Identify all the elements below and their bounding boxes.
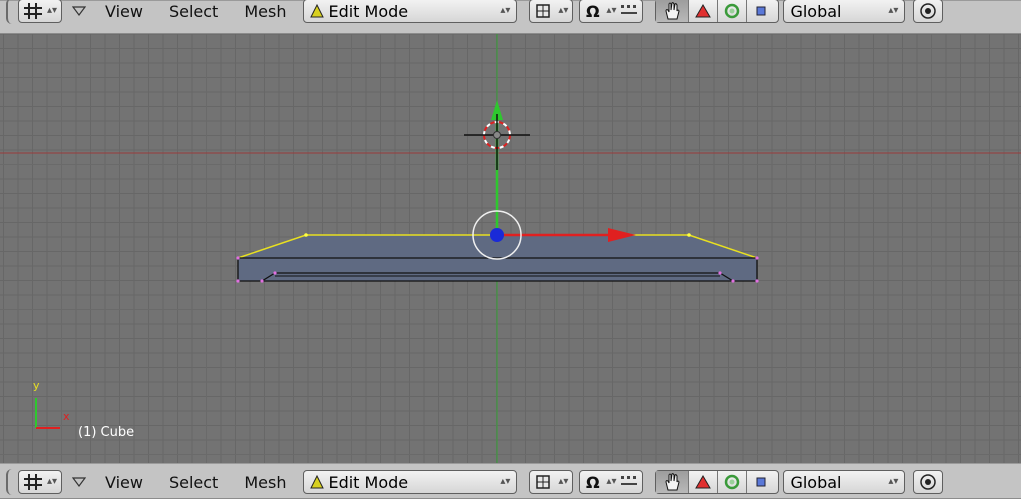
grid-icon [23, 473, 43, 491]
transform-orientation-selector[interactable]: Global ▴▾ [783, 0, 906, 23]
updown-arrows-icon: ▴▾ [606, 5, 617, 16]
mode-selector[interactable]: Edit Mode ▴▾ [303, 0, 518, 23]
pivot-selector[interactable]: Ω ▴▾ [579, 0, 644, 23]
scale-icon[interactable] [746, 471, 775, 493]
updown-arrows-icon: ▴▾ [558, 5, 569, 16]
3d-cursor [464, 114, 530, 170]
transform-orientation-selector[interactable]: Global ▴▾ [783, 470, 906, 494]
manipulator-hand-icon[interactable] [656, 0, 689, 22]
mode-label: Edit Mode [328, 1, 409, 21]
menu-mesh[interactable]: Mesh [231, 473, 299, 492]
scale-icon[interactable] [746, 0, 775, 22]
editor-type-selector[interactable]: ▴▾ [18, 470, 62, 494]
updown-arrows-icon: ▴▾ [46, 5, 57, 16]
snap-icon[interactable] [620, 474, 638, 490]
pivot-icon: Ω [584, 473, 602, 491]
header-edge [6, 469, 14, 495]
header-top: ▴▾ View Select Mesh Edit Mode ▴▾ ▴▾ Ω ▴▾… [0, 0, 1021, 34]
edit-mode-icon [310, 475, 325, 489]
proportional-edit-icon [919, 2, 937, 20]
translate-icon[interactable] [688, 471, 717, 493]
menu-view[interactable]: View [92, 473, 156, 492]
3d-viewport[interactable]: y x (1) Cube [0, 34, 1021, 463]
menu-view[interactable]: View [92, 2, 156, 21]
viewport-canvas [0, 34, 1021, 463]
snap-icon[interactable] [620, 3, 638, 19]
menu-select[interactable]: Select [156, 473, 231, 492]
header-row: ▴▾ View Select Mesh Edit Mode ▴▾ ▴▾ Ω ▴▾… [6, 468, 944, 496]
manipulator-center [490, 228, 504, 242]
draw-type-icon [534, 473, 552, 491]
header-row: ▴▾ View Select Mesh Edit Mode ▴▾ ▴▾ Ω ▴▾… [6, 0, 944, 25]
updown-arrows-icon: ▴▾ [500, 5, 511, 16]
mode-selector[interactable]: Edit Mode ▴▾ [303, 470, 518, 494]
draw-type-selector[interactable]: ▴▾ [529, 470, 574, 494]
updown-arrows-icon: ▴▾ [46, 476, 57, 487]
manipulator-hand-icon[interactable] [656, 471, 689, 493]
updown-arrows-icon: ▴▾ [888, 5, 899, 16]
updown-arrows-icon: ▴▾ [888, 476, 899, 487]
translate-icon[interactable] [688, 0, 717, 22]
edit-mode-icon [310, 4, 325, 18]
updown-arrows-icon: ▴▾ [606, 476, 617, 487]
axis-widget [35, 398, 60, 429]
rotate-icon[interactable] [717, 471, 746, 493]
proportional-edit-button[interactable] [913, 470, 944, 494]
object-name-label: (1) Cube [78, 425, 135, 440]
rotate-icon[interactable] [717, 0, 746, 22]
updown-arrows-icon: ▴▾ [558, 476, 569, 487]
pivot-selector[interactable]: Ω ▴▾ [579, 470, 644, 494]
manipulator-group [655, 470, 780, 494]
editor-type-selector[interactable]: ▴▾ [18, 0, 62, 23]
axis-y-label: y [33, 379, 40, 392]
axis-x-label: x [63, 410, 70, 423]
svg-text:Ω: Ω [586, 473, 600, 491]
grid-icon [23, 2, 43, 20]
orientation-label: Global [790, 1, 842, 21]
pivot-icon: Ω [584, 2, 602, 20]
svg-text:Ω: Ω [586, 2, 600, 20]
orientation-label: Global [790, 472, 842, 492]
menu-select[interactable]: Select [156, 2, 231, 21]
proportional-edit-button[interactable] [913, 0, 944, 23]
collapse-triangle-icon[interactable] [72, 6, 86, 16]
manipulator-group [655, 0, 780, 23]
updown-arrows-icon: ▴▾ [500, 476, 511, 487]
menu-mesh[interactable]: Mesh [231, 2, 299, 21]
mode-label: Edit Mode [328, 472, 409, 492]
header-edge [6, 0, 14, 24]
collapse-triangle-icon[interactable] [72, 477, 86, 487]
draw-type-icon [534, 2, 552, 20]
draw-type-selector[interactable]: ▴▾ [529, 0, 574, 23]
header-bottom: ▴▾ View Select Mesh Edit Mode ▴▾ ▴▾ Ω ▴▾… [0, 463, 1021, 499]
proportional-edit-icon [919, 473, 937, 491]
